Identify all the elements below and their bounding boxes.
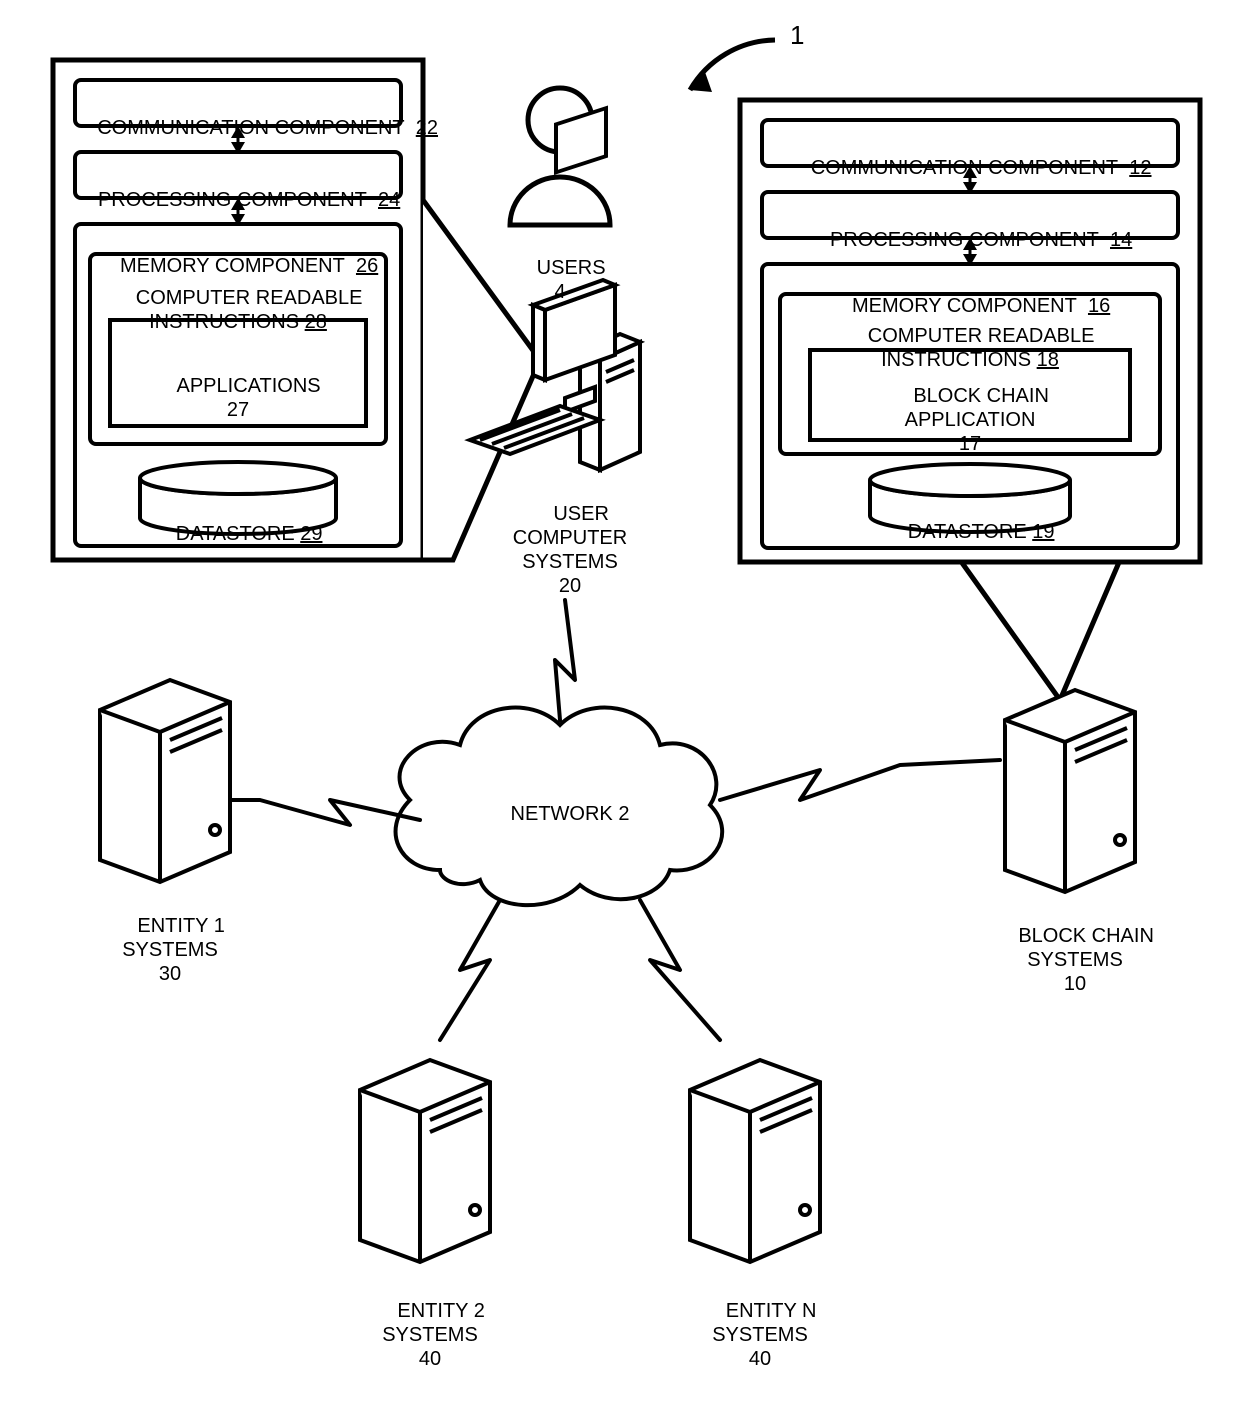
figure-ref-arrow	[690, 40, 775, 92]
left-ds-label: DATASTORE 29	[140, 498, 336, 570]
right-proc-label: PROCESSING COMPONENT 14	[762, 204, 1178, 276]
blockchain-server-icon	[1005, 690, 1135, 892]
left-instr-label: COMPUTER READABLE INSTRUCTIONS 28	[90, 262, 386, 358]
right-comm-label: COMMUNICATION COMPONENT 12	[762, 132, 1178, 204]
users-label: USERS4	[500, 232, 620, 328]
entityN-server-icon	[690, 1060, 820, 1262]
entity2-label: ENTITY 2 SYSTEMS40	[350, 1275, 510, 1395]
diagram-stage: 1 COMMUNICATION COMPONENT 22 PROCESSING …	[0, 0, 1240, 1416]
network-label: NETWORK 2	[480, 802, 660, 826]
entity2-server-icon	[360, 1060, 490, 1262]
left-app-label: APPLICATIONS27	[110, 350, 366, 446]
figure-ref: 1	[790, 20, 804, 51]
right-ds-label: DATASTORE 19	[870, 496, 1070, 568]
blockchain-label: BLOCK CHAIN SYSTEMS10	[990, 900, 1160, 1020]
entityN-label: ENTITY N SYSTEMS40	[680, 1275, 840, 1395]
entity1-server-icon	[100, 680, 230, 882]
right-app-label: BLOCK CHAIN APPLICATION17	[810, 360, 1130, 480]
user-computer-label: USER COMPUTER SYSTEMS20	[490, 478, 650, 622]
left-comm-label: COMMUNICATION COMPONENT 22	[75, 92, 401, 164]
left-proc-label: PROCESSING COMPONENT 24	[75, 164, 401, 236]
entity1-label: ENTITY 1 SYSTEMS30	[90, 890, 250, 1010]
